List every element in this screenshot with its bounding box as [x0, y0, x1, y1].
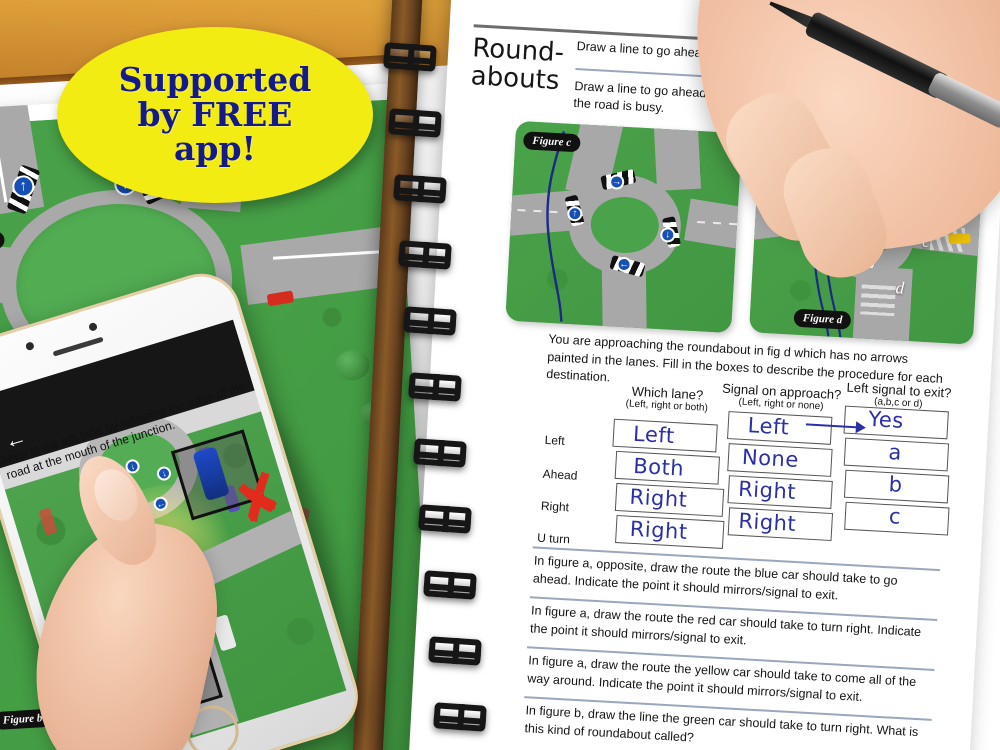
earpiece-speaker: [52, 336, 104, 357]
sticker-line-2: by FREE: [137, 94, 293, 134]
answer-signal-uturn: Right: [737, 508, 797, 537]
answer-lane-ahead: Both: [632, 453, 685, 481]
tree: [334, 349, 371, 382]
drawn-route-line: [546, 131, 566, 322]
answer-exit-left: Yes: [867, 406, 905, 433]
spiral-ring: [413, 438, 467, 468]
row-label-right: Right: [540, 498, 570, 515]
answer-signal-right: Right: [737, 476, 797, 504]
answer-exit-ahead: a: [887, 440, 903, 465]
spiral-ring: [393, 174, 447, 204]
answer-link-arrow-head: [855, 421, 867, 434]
figure-d-label: Figure d: [793, 308, 852, 330]
free-app-sticker: Supported by FREE app!: [57, 27, 373, 203]
car-red: [266, 290, 295, 307]
screenshot-stage: ↑ ↓ ← Figure a Figure b Round- abouts: [0, 0, 1000, 750]
row-label-left: Left: [544, 432, 566, 448]
spiral-ring: [383, 42, 437, 72]
spiral-ring: [388, 108, 442, 138]
figure-c: → ↑ ↓ ← Figure c: [505, 120, 743, 334]
sticker-line-3: app!: [173, 129, 257, 169]
answer-lane-left: Left: [632, 421, 676, 449]
row-label-uturn: U turn: [536, 530, 571, 547]
spiral-ring: [423, 570, 477, 600]
answer-exit-uturn: c: [888, 504, 902, 529]
sticker-line-1: Supported: [118, 59, 312, 99]
answer-signal-left: Left: [747, 413, 790, 440]
car-red: [38, 507, 58, 536]
spiral-ring: [428, 636, 482, 666]
proximity-sensor-icon: [88, 321, 99, 332]
spiral-ring: [433, 702, 487, 732]
spiral-ring: [398, 240, 452, 270]
answer-exit-right: b: [888, 472, 904, 497]
spiral-ring: [418, 504, 472, 534]
front-camera-icon: [24, 341, 35, 352]
row-label-ahead: Ahead: [542, 466, 578, 483]
page-title-line2: abouts: [470, 61, 561, 97]
figure-d-letter-d: d: [895, 278, 905, 298]
answer-signal-ahead: None: [741, 444, 800, 473]
answer-lane-uturn: Right: [629, 516, 689, 544]
figure-c-label: Figure c: [522, 131, 581, 153]
column-header-which-lane: Which lane? (Left, right or both): [607, 382, 728, 415]
lead-paragraph-text: You are approaching the roundabout in fi…: [545, 331, 944, 386]
spiral-ring: [408, 372, 462, 402]
spiral-ring: [403, 306, 457, 336]
answer-lane-right: Right: [628, 484, 689, 512]
